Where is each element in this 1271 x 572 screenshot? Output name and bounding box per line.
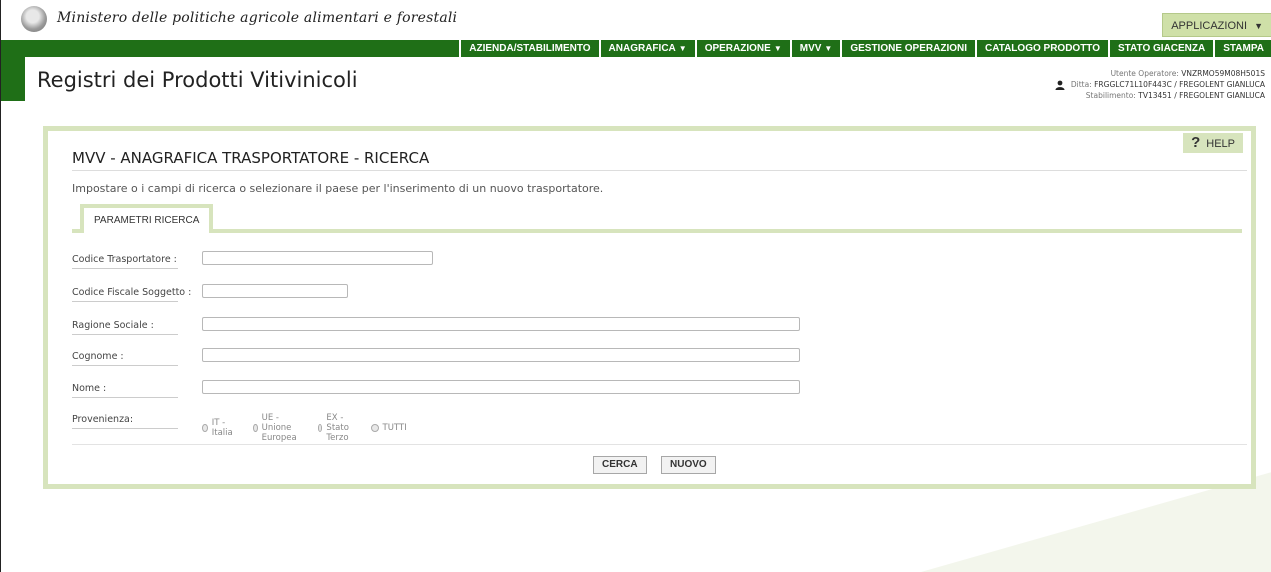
nav-item-label: AZIENDA/STABILIMENTO [469, 43, 591, 54]
ministry-title: Ministero delle politiche agricole alime… [57, 10, 458, 26]
search-panel: ? HELP MVV - ANAGRAFICA TRASPORTATORE - R… [43, 126, 1256, 489]
nav-items: AZIENDA/STABILIMENTO ANAGRAFICA ▼ OPERAZI… [459, 40, 1271, 57]
ragione-sociale-input[interactable] [202, 317, 800, 331]
radio-label: UE - Unione Europea [261, 413, 297, 443]
codice-trasportatore-input[interactable] [202, 251, 433, 265]
title-divider [72, 170, 1247, 171]
chevron-down-icon: ▼ [1254, 21, 1263, 31]
nome-label: Nome : [72, 382, 178, 398]
radio-button[interactable] [370, 424, 379, 432]
help-button[interactable]: ? HELP [1183, 133, 1243, 153]
applicazioni-label: APPLICAZIONI [1171, 20, 1248, 32]
radio-label: TUTTI [382, 423, 407, 433]
radio-button[interactable] [252, 424, 258, 432]
nav-item-label: STATO GIACENZA [1118, 43, 1206, 54]
left-accent-bar [1, 57, 25, 101]
radio-label: IT - Italia [211, 418, 233, 438]
app-title: Registri dei Prodotti Vitivinicoli [37, 68, 358, 92]
applicazioni-menu-button[interactable]: APPLICAZIONI ▼ [1162, 13, 1271, 37]
codice-trasportatore-label: Codice Trasportatore : [72, 253, 178, 269]
nav-item-operazione[interactable]: OPERAZIONE ▼ [694, 40, 790, 57]
stabilimento-line: Stabilimento: TV13451 / FREGOLENT GIANLU… [1071, 90, 1265, 101]
nav-item-stato-giacenza[interactable]: STATO GIACENZA [1108, 40, 1213, 57]
active-tab-gap [84, 229, 196, 233]
form-bottom-divider [72, 444, 1247, 445]
radio-button[interactable] [202, 424, 208, 432]
radio-tutti[interactable]: TUTTI [370, 413, 407, 443]
italian-republic-emblem-icon [21, 6, 47, 32]
page: Ministero delle politiche agricole alime… [0, 0, 1271, 572]
cognome-label: Cognome : [72, 350, 178, 366]
user-icon [1055, 80, 1065, 90]
radio-ue-unione-europea[interactable]: UE - Unione Europea [252, 413, 300, 443]
radio-label: EX - Stato Terzo [326, 413, 349, 443]
provenienza-label: Provenienza: [72, 413, 178, 429]
question-mark-icon: ? [1191, 134, 1201, 151]
help-label: HELP [1206, 138, 1235, 150]
nav-item-label: ANAGRAFICA [608, 43, 676, 54]
nuovo-button[interactable]: NUOVO [661, 456, 716, 474]
nav-item-label: CATALOGO PRODOTTO [985, 43, 1101, 54]
chevron-down-icon: ▼ [824, 44, 833, 53]
cognome-input[interactable] [202, 348, 800, 362]
nome-input[interactable] [202, 380, 800, 394]
radio-it-italia[interactable]: IT - Italia [202, 413, 235, 443]
ministry-header: Ministero delle politiche agricole alime… [1, 0, 1271, 40]
main-navbar: AZIENDA/STABILIMENTO ANAGRAFICA ▼ OPERAZI… [1, 40, 1271, 57]
operator-label: Utente Operatore: [1110, 69, 1179, 78]
nav-item-catalogo-prodotto[interactable]: CATALOGO PRODOTTO [975, 40, 1108, 57]
stabilimento-label: Stabilimento: [1085, 91, 1136, 100]
tab-strip: PARAMETRI RICERCA [72, 204, 1242, 234]
operator-line: Utente Operatore: VNZRMO59M08H501S [1071, 68, 1265, 79]
nav-item-stampa[interactable]: STAMPA [1213, 40, 1271, 57]
nav-item-label: GESTIONE OPERAZIONI [850, 43, 968, 54]
nav-item-anagrafica[interactable]: ANAGRAFICA ▼ [598, 40, 695, 57]
codice-fiscale-label: Codice Fiscale Soggetto : [72, 286, 191, 302]
chevron-down-icon: ▼ [678, 44, 687, 53]
ditta-line: Ditta: FRGGLC71L10F443C / FREGOLENT GIAN… [1071, 79, 1265, 90]
operator-value: VNZRMO59M08H501S [1181, 69, 1265, 78]
radio-button[interactable] [318, 424, 323, 432]
chevron-down-icon: ▼ [773, 44, 782, 53]
stabilimento-value: TV13451 / FREGOLENT GIANLUCA [1138, 91, 1265, 100]
panel-title: MVV - ANAGRAFICA TRASPORTATORE - RICERCA [72, 149, 430, 167]
ragione-sociale-label: Ragione Sociale : [72, 319, 178, 335]
cerca-button[interactable]: CERCA [593, 456, 647, 474]
codice-fiscale-input[interactable] [202, 284, 348, 298]
nav-item-mvv[interactable]: MVV ▼ [789, 40, 841, 57]
radio-ex-stato-terzo[interactable]: EX - Stato Terzo [318, 413, 352, 443]
nav-item-gestione-operazioni[interactable]: GESTIONE OPERAZIONI [840, 40, 975, 57]
nav-item-label: MVV [799, 43, 822, 54]
nav-item-label: STAMPA [1223, 43, 1264, 54]
ditta-value: FRGGLC71L10F443C / FREGOLENT GIANLUCA [1094, 80, 1265, 89]
nav-item-azienda-stabilimento[interactable]: AZIENDA/STABILIMENTO [459, 40, 598, 57]
tab-underline [72, 229, 1242, 233]
instructions-text: Impostare o i campi di ricerca o selezio… [72, 182, 604, 195]
nav-item-label: OPERAZIONE [704, 43, 771, 54]
provenienza-radio-group: IT - Italia UE - Unione Europea EX - Sta… [202, 413, 407, 443]
ditta-label: Ditta: [1070, 80, 1092, 89]
user-info: Utente Operatore: VNZRMO59M08H501S Ditta… [1071, 68, 1265, 101]
